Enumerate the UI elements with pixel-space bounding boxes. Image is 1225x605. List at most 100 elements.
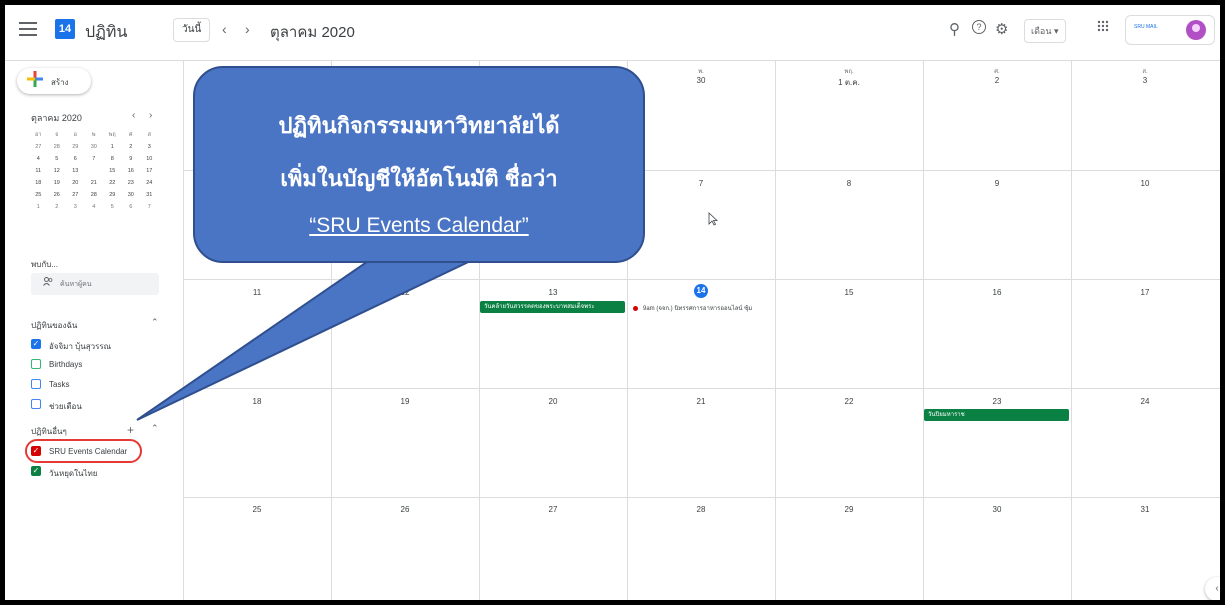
day-number[interactable]: 17 [1071, 288, 1219, 297]
day-number[interactable]: 22 [775, 397, 923, 406]
mini-day[interactable]: 20 [66, 177, 85, 189]
chevron-up-icon[interactable]: ⌃ [151, 423, 159, 434]
mini-day[interactable]: 26 [48, 189, 67, 201]
mini-day[interactable]: 27 [66, 189, 85, 201]
mini-day[interactable]: 6 [66, 153, 85, 165]
checkbox-checked-icon[interactable]: ✓ [31, 466, 41, 476]
avatar[interactable] [1186, 20, 1206, 40]
mini-day[interactable]: 1 [29, 201, 48, 213]
mini-day[interactable]: 5 [48, 153, 67, 165]
mini-day[interactable]: 7 [140, 201, 159, 213]
mini-day[interactable]: 2 [122, 141, 141, 153]
day-number[interactable]: 23 [923, 397, 1071, 406]
settings-icon[interactable]: ⚙ [995, 20, 1008, 38]
day-number[interactable]: 20 [479, 397, 627, 406]
mini-prev-button[interactable]: ‹ [132, 110, 135, 121]
mini-day[interactable]: 16 [122, 165, 141, 177]
mini-day[interactable]: 30 [122, 189, 141, 201]
day-number[interactable]: 30 [627, 76, 775, 85]
day-number[interactable]: 29 [775, 505, 923, 514]
day-number[interactable]: 19 [331, 397, 479, 406]
day-number[interactable]: 7 [627, 179, 775, 188]
mini-day[interactable]: 27 [29, 141, 48, 153]
day-number[interactable]: 30 [923, 505, 1071, 514]
day-number[interactable]: 1 ต.ค. [775, 76, 923, 89]
mini-day[interactable]: 1 [103, 141, 122, 153]
day-number[interactable]: 12 [331, 288, 479, 297]
day-number[interactable]: 8 [775, 179, 923, 188]
day-number[interactable]: 10 [1071, 179, 1219, 188]
mini-day[interactable]: 29 [66, 141, 85, 153]
view-switcher-dropdown[interactable]: เดือน ▾ [1024, 19, 1066, 43]
mini-day[interactable]: 22 [103, 177, 122, 189]
mini-day[interactable]: 12 [48, 165, 67, 177]
help-icon[interactable]: ? [972, 20, 986, 34]
day-number[interactable]: 28 [627, 505, 775, 514]
side-panel-toggle-button[interactable]: ‹ [1205, 577, 1220, 600]
day-number[interactable]: 18 [183, 397, 331, 406]
mini-day[interactable]: 3 [66, 201, 85, 213]
day-number[interactable]: 31 [1071, 505, 1219, 514]
event-item[interactable]: 9am (จจก.) นิทรรศการอาหารออนไลน์ ซุ้ม [633, 303, 752, 313]
day-number[interactable]: 15 [775, 288, 923, 297]
checkbox-icon[interactable] [31, 379, 41, 389]
day-number[interactable]: 25 [183, 505, 331, 514]
mini-day[interactable]: 4 [29, 153, 48, 165]
mini-day[interactable]: 2 [48, 201, 67, 213]
previous-period-button[interactable]: ‹ [222, 21, 227, 37]
today-button[interactable]: วันนี้ [173, 18, 211, 42]
mini-day[interactable]: 31 [140, 189, 159, 201]
mini-next-button[interactable]: › [149, 110, 152, 121]
holiday-event-chip[interactable]: วันคล้ายวันสวรรคตของพระบาทสมเด็จพระ [480, 301, 625, 313]
mini-day[interactable]: 13 [66, 165, 85, 177]
day-number[interactable]: 27 [479, 505, 627, 514]
other-calendars-title[interactable]: ปฏิทินอื่นๆ [31, 425, 67, 438]
mini-day[interactable]: 15 [103, 165, 122, 177]
day-number[interactable]: 13 [479, 288, 627, 297]
mini-day[interactable]: 4 [85, 201, 104, 213]
day-number[interactable]: 3 [1071, 76, 1219, 85]
day-number[interactable]: 16 [923, 288, 1071, 297]
mini-day[interactable]: 28 [85, 189, 104, 201]
mini-day[interactable]: 9 [122, 153, 141, 165]
account-switcher[interactable]: SRU MAIL [1125, 15, 1215, 45]
mini-day[interactable]: 29 [103, 189, 122, 201]
mini-day[interactable]: 3 [140, 141, 159, 153]
mini-day[interactable]: 23 [122, 177, 141, 189]
day-number[interactable]: 11 [183, 288, 331, 297]
mini-day[interactable]: 10 [140, 153, 159, 165]
day-number[interactable]: 26 [331, 505, 479, 514]
create-button[interactable]: สร้าง [17, 68, 91, 94]
mini-day[interactable]: 19 [48, 177, 67, 189]
mini-day[interactable]: 8 [103, 153, 122, 165]
mini-day[interactable]: 21 [85, 177, 104, 189]
next-period-button[interactable]: › [245, 21, 250, 37]
day-number[interactable]: 21 [627, 397, 775, 406]
checkbox-checked-icon[interactable]: ✓ [31, 339, 41, 349]
mini-day[interactable]: 28 [48, 141, 67, 153]
mini-day[interactable]: 18 [29, 177, 48, 189]
my-calendars-title[interactable]: ปฏิทินของฉัน [31, 319, 77, 332]
day-number[interactable]: 2 [923, 76, 1071, 85]
mini-day[interactable]: 11 [29, 165, 48, 177]
people-search-input[interactable]: ค้นหาผู้คน [31, 273, 159, 295]
main-menu-icon[interactable] [19, 22, 37, 36]
mini-day[interactable]: 25 [29, 189, 48, 201]
chevron-up-icon[interactable]: ⌃ [151, 317, 159, 328]
checkbox-icon[interactable] [31, 359, 41, 369]
day-number[interactable]: 9 [923, 179, 1071, 188]
mini-day[interactable]: 5 [103, 201, 122, 213]
search-icon[interactable]: ⚲ [949, 20, 960, 38]
mini-day[interactable]: 30 [85, 141, 104, 153]
day-number[interactable]: 24 [1071, 397, 1219, 406]
mini-day[interactable]: 6 [122, 201, 141, 213]
mini-day[interactable]: 7 [85, 153, 104, 165]
holiday-event-chip[interactable]: วันปิยมหาราช [924, 409, 1069, 421]
mini-day-today[interactable]: 14 [85, 164, 104, 177]
today-day-number[interactable]: 14 [694, 284, 708, 298]
mini-day[interactable]: 17 [140, 165, 159, 177]
checkbox-icon[interactable] [31, 399, 41, 409]
google-apps-icon[interactable] [1097, 19, 1109, 36]
add-other-calendar-icon[interactable]: + [127, 423, 134, 437]
mini-day[interactable]: 24 [140, 177, 159, 189]
